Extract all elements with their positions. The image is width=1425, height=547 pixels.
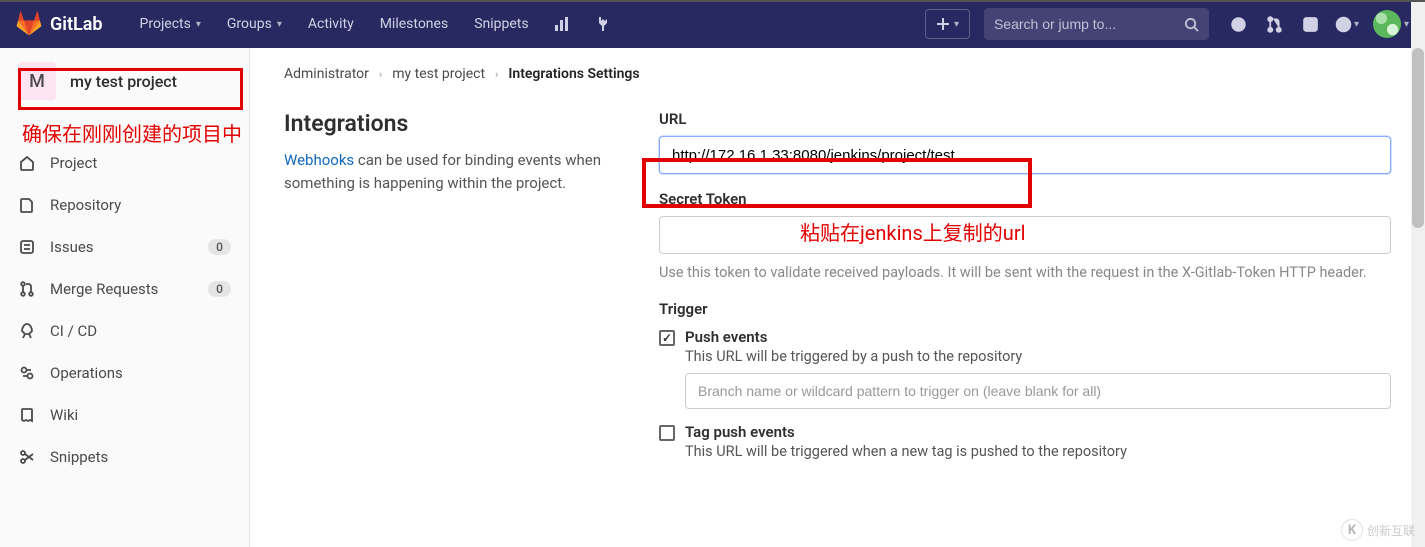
chevron-down-icon: ▾ xyxy=(1354,19,1359,30)
top-navbar: GitLab Projects▾ Groups▾ Activity Milest… xyxy=(0,0,1425,48)
breadcrumb-link[interactable]: Administrator xyxy=(284,66,369,82)
search-icon xyxy=(1184,17,1199,32)
sidebar-item-wiki[interactable]: Wiki xyxy=(0,394,249,436)
sidebar-item-merge-requests[interactable]: Merge Requests 0 xyxy=(0,268,249,310)
scissors-icon xyxy=(18,448,36,466)
nav-groups[interactable]: Groups▾ xyxy=(214,0,295,48)
home-icon xyxy=(18,154,36,172)
chevron-right-icon: › xyxy=(379,68,382,81)
search-box[interactable] xyxy=(984,8,1209,40)
annotation-box xyxy=(18,68,243,110)
push-branch-filter-input[interactable] xyxy=(685,373,1391,409)
help-icon[interactable]: ▾ xyxy=(1331,8,1363,40)
sidebar-item-label: Operations xyxy=(50,364,231,382)
url-label: URL xyxy=(659,110,1391,128)
breadcrumb: Administrator › my test project › Integr… xyxy=(284,66,1391,82)
breadcrumb-current: Integrations Settings xyxy=(508,66,639,82)
sidebar-item-label: Wiki xyxy=(50,406,231,424)
todos-icon[interactable] xyxy=(1295,8,1327,40)
nav-projects[interactable]: Projects▾ xyxy=(127,0,214,48)
plus-icon xyxy=(936,17,950,31)
chevron-right-icon: › xyxy=(495,68,498,81)
sidebar-item-label: Issues xyxy=(50,238,194,256)
trigger-tag-push-events: Tag push events This URL will be trigger… xyxy=(659,423,1391,460)
tag-push-events-checkbox[interactable] xyxy=(659,425,675,441)
issues-icon xyxy=(18,238,36,256)
book-icon xyxy=(18,406,36,424)
sidebar-item-label: Repository xyxy=(50,196,231,214)
page-title: Integrations xyxy=(284,110,619,137)
sidebar-item-repository[interactable]: Repository xyxy=(0,184,249,226)
operations-icon xyxy=(18,364,36,382)
new-dropdown-button[interactable]: ▾ xyxy=(925,9,970,39)
sidebar-item-project[interactable]: Project xyxy=(0,142,249,184)
sidebar-item-label: CI / CD xyxy=(50,322,231,340)
webhooks-link[interactable]: Webhooks xyxy=(284,151,354,169)
scrollbar-thumb[interactable] xyxy=(1412,48,1424,228)
gitlab-icon xyxy=(16,11,42,37)
nav-activity[interactable]: Activity xyxy=(295,0,367,48)
gitlab-logo[interactable]: GitLab xyxy=(16,11,103,37)
nav-milestones[interactable]: Milestones xyxy=(367,0,462,48)
chevron-down-icon: ▾ xyxy=(1404,19,1409,30)
tag-push-title: Tag push events xyxy=(685,423,1391,441)
push-events-checkbox[interactable] xyxy=(659,330,675,346)
issues-icon[interactable] xyxy=(1223,8,1255,40)
chevron-down-icon: ▾ xyxy=(954,19,959,30)
nav-metrics-icon[interactable] xyxy=(542,0,582,48)
sidebar-item-issues[interactable]: Issues 0 xyxy=(0,226,249,268)
count-badge: 0 xyxy=(208,239,231,255)
chevron-down-icon: ▾ xyxy=(277,19,282,30)
nav-admin-icon[interactable] xyxy=(582,0,622,48)
search-input[interactable] xyxy=(994,16,1184,32)
user-menu[interactable]: ▾ xyxy=(1367,10,1409,38)
sidebar-item-label: Project xyxy=(50,154,231,172)
push-events-desc: This URL will be triggered by a push to … xyxy=(685,348,1391,365)
watermark-text: 创新互联 xyxy=(1367,522,1415,539)
nav-snippets[interactable]: Snippets xyxy=(461,0,541,48)
main-content: Administrator › my test project › Integr… xyxy=(250,48,1425,547)
token-hint: Use this token to validate received payl… xyxy=(659,262,1391,284)
chevron-down-icon: ▾ xyxy=(196,19,201,30)
merge-requests-icon[interactable] xyxy=(1259,8,1291,40)
sidebar-item-label: Snippets xyxy=(50,448,231,466)
rocket-icon xyxy=(18,322,36,340)
trigger-push-events: Push events This URL will be triggered b… xyxy=(659,328,1391,409)
document-icon xyxy=(18,196,36,214)
push-events-title: Push events xyxy=(685,328,1391,346)
sidebar-item-cicd[interactable]: CI / CD xyxy=(0,310,249,352)
avatar xyxy=(1373,10,1401,38)
merge-request-icon xyxy=(18,280,36,298)
annotation-text: 确保在刚刚创建的项目中 xyxy=(22,118,242,147)
sidebar-item-label: Merge Requests xyxy=(50,280,194,298)
sidebar-item-snippets[interactable]: Snippets xyxy=(0,436,249,478)
watermark: K 创新互联 xyxy=(1341,519,1415,541)
watermark-logo-icon: K xyxy=(1341,519,1363,541)
tag-push-desc: This URL will be triggered when a new ta… xyxy=(685,443,1391,460)
trigger-label: Trigger xyxy=(659,300,1391,318)
count-badge: 0 xyxy=(208,281,231,297)
annotation-text: 粘贴在jenkins上复制的url xyxy=(800,217,1025,246)
annotation-box xyxy=(642,158,1032,208)
page-description: Webhooks can be used for binding events … xyxy=(284,149,619,194)
breadcrumb-link[interactable]: my test project xyxy=(392,66,485,82)
sidebar-item-operations[interactable]: Operations xyxy=(0,352,249,394)
brand-text: GitLab xyxy=(50,14,103,35)
